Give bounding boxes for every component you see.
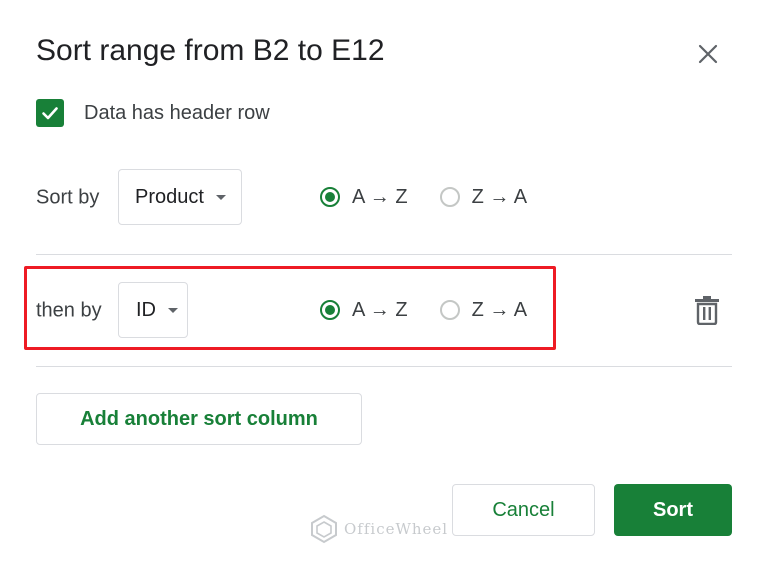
sort-by-column-select[interactable]: Product <box>118 169 242 225</box>
sort-by-row: Sort by Product A → Z Z → A <box>36 169 736 227</box>
sort-by-order: A → Z Z → A <box>320 169 527 225</box>
sort-by-column-value: Product <box>135 185 204 208</box>
cancel-button[interactable]: Cancel <box>452 484 595 536</box>
sort-button[interactable]: Sort <box>614 484 732 536</box>
checkmark-icon <box>42 107 58 120</box>
dropdown-caret-icon <box>215 194 226 200</box>
add-sort-column-button[interactable]: Add another sort column <box>36 393 362 445</box>
divider <box>36 366 732 367</box>
header-row-checkbox[interactable] <box>36 99 64 127</box>
trash-icon <box>695 296 719 326</box>
watermark-text: OfficeWheel <box>344 520 449 538</box>
close-button[interactable] <box>690 36 726 72</box>
sort-range-dialog: Sort range from B2 to E12 Data has heade… <box>0 0 767 572</box>
sort-by-asc-radio[interactable]: A → Z <box>320 186 408 209</box>
header-row-label: Data has header row <box>84 101 270 124</box>
watermark: OfficeWheel <box>310 514 448 544</box>
radio-selected-icon <box>320 187 340 207</box>
sort-by-asc-label: A → Z <box>352 185 408 208</box>
sort-by-label: Sort by <box>36 186 100 209</box>
radio-unselected-icon <box>439 187 460 207</box>
close-icon <box>698 44 718 64</box>
dialog-title: Sort range from B2 to E12 <box>36 34 385 67</box>
sort-by-desc-label: Z → A <box>471 185 528 208</box>
officewheel-logo-icon <box>311 514 337 544</box>
header-row-option: Data has header row <box>36 97 270 129</box>
sort-by-desc-radio[interactable]: Z → A <box>439 185 528 209</box>
delete-sort-column-button[interactable] <box>693 295 721 326</box>
divider <box>36 254 732 255</box>
highlight-annotation-box <box>24 266 556 350</box>
